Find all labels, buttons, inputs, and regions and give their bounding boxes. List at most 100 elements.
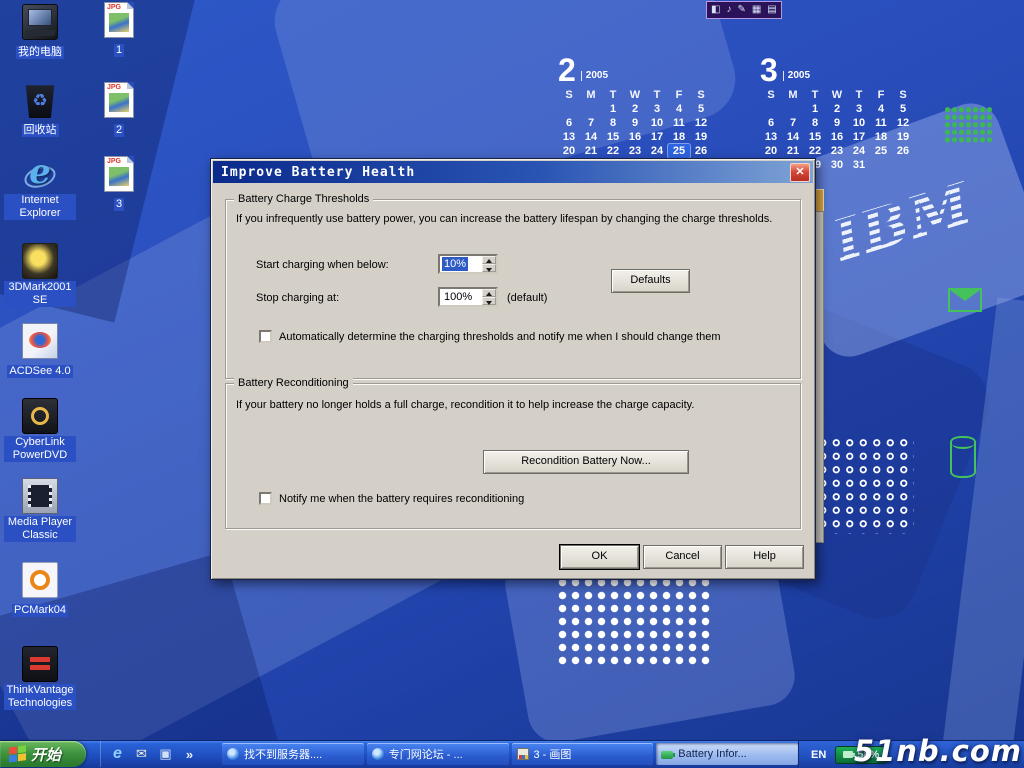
doc-icon[interactable]: ▤: [767, 3, 776, 17]
desktop-icon-label: 我的电脑: [16, 46, 64, 59]
ok-button[interactable]: OK: [560, 545, 639, 569]
desktop-file-label: 1: [114, 44, 124, 57]
desktop-file-label: 3: [114, 198, 124, 211]
up-arrow-icon: [486, 292, 492, 296]
reconditioning-description: If your battery no longer holds a full c…: [236, 399, 788, 411]
quick-launch: e ✉ ▣ »: [100, 741, 198, 767]
jpg-badge: JPG: [107, 158, 121, 165]
desktop-file-label: 2: [114, 124, 124, 137]
start-charging-value[interactable]: 10%: [442, 257, 468, 271]
ie-icon[interactable]: e: [109, 745, 126, 763]
taskbar-task-forum[interactable]: 专门网论坛 - ...: [367, 743, 509, 765]
stop-charging-label: Stop charging at:: [256, 292, 339, 304]
desktop-icon-label: 3DMark2001 SE: [4, 281, 76, 307]
start-charging-spinner[interactable]: 10%: [438, 254, 498, 274]
jpg-file-icon: JPG: [104, 2, 134, 38]
desktop-icon-label: PCMark04: [12, 604, 68, 617]
overflow-icon[interactable]: »: [181, 747, 198, 762]
desktop-file-2[interactable]: JPG 2: [96, 82, 142, 138]
desktop-icon-acdsee[interactable]: ACDSee 4.0: [4, 323, 76, 379]
pen-icon[interactable]: ✎: [737, 3, 745, 17]
language-indicator[interactable]: EN: [811, 749, 826, 761]
group-title: Battery Charge Thresholds: [234, 193, 373, 206]
desktop-icon-label: CyberLink PowerDVD: [4, 436, 76, 462]
spin-up-button[interactable]: [482, 256, 496, 264]
group-title: Battery Reconditioning: [234, 377, 353, 390]
acdsee-icon: [22, 323, 58, 359]
thinkvantage-icon: [22, 646, 58, 682]
start-button[interactable]: 开始: [0, 741, 86, 767]
my-computer-icon: [22, 4, 58, 40]
desktop-icon-pcmark[interactable]: PCMark04: [4, 562, 76, 618]
stop-charging-spinner[interactable]: 100%: [438, 287, 498, 307]
task-button-label: 3 - 画图: [534, 746, 572, 762]
default-note: (default): [507, 292, 547, 304]
battery-icon: [661, 751, 673, 759]
window-icon[interactable]: ◧: [711, 3, 720, 17]
windows-flag-icon: [9, 746, 17, 754]
spin-down-button[interactable]: [482, 264, 496, 272]
cancel-button[interactable]: Cancel: [643, 545, 722, 569]
notify-reconditioning-checkbox[interactable]: [259, 492, 272, 505]
battery-charge-thresholds-group: Battery Charge Thresholds If you infrequ…: [225, 199, 801, 379]
spinner-buttons: [482, 256, 496, 272]
spin-down-button[interactable]: [482, 297, 496, 305]
taskbar-task-battery[interactable]: Battery Infor...: [656, 743, 798, 765]
mail-icon[interactable]: ✉: [133, 746, 150, 762]
desktop-icon-powerdvd[interactable]: CyberLink PowerDVD: [4, 398, 76, 463]
notify-reconditioning-label: Notify me when the battery requires reco…: [279, 493, 784, 505]
spin-up-button[interactable]: [482, 289, 496, 297]
top-toolbar[interactable]: ◧ ♪ ✎ ▦ ▤: [706, 1, 782, 19]
dialog-title: Improve Battery Health: [213, 165, 790, 180]
desktop-icon-3dmark[interactable]: 3DMark2001 SE: [4, 243, 76, 308]
ie-icon: [227, 748, 239, 760]
battery-icon: [843, 751, 853, 758]
task-button-label: 专门网论坛 - ...: [389, 746, 463, 762]
jpg-file-icon: JPG: [104, 156, 134, 192]
dialog-titlebar[interactable]: Improve Battery Health ✕: [213, 161, 813, 183]
desktop-file-1[interactable]: JPG 1: [96, 2, 142, 58]
jpg-badge: JPG: [107, 84, 121, 91]
thresholds-description: If you infrequently use battery power, y…: [236, 213, 788, 225]
down-arrow-icon: [486, 268, 492, 272]
grid-icon[interactable]: ▦: [752, 3, 761, 17]
watermark: 51nb.com: [854, 734, 1022, 768]
desktop-icon-internet-explorer[interactable]: Internet Explorer: [4, 158, 76, 221]
desktop-icon-thinkvantage[interactable]: ThinkVantage Technologies: [4, 646, 76, 711]
taskbar-task-server[interactable]: 找不到服务器....: [222, 743, 364, 765]
auto-determine-label: Automatically determine the charging thr…: [279, 331, 784, 343]
desktop-icon-label: ThinkVantage Technologies: [4, 684, 76, 710]
taskbar-task-paint[interactable]: 3 - 画图: [512, 743, 654, 765]
down-arrow-icon: [486, 301, 492, 305]
battery-reconditioning-group: Battery Reconditioning If your battery n…: [225, 383, 801, 529]
sound-icon[interactable]: ♪: [726, 3, 731, 17]
task-button-label: 找不到服务器....: [244, 746, 322, 762]
powerdvd-icon: [22, 398, 58, 434]
desktop-icon-label: Internet Explorer: [4, 194, 76, 220]
stop-charging-value[interactable]: 100%: [442, 290, 474, 304]
spinner-buttons: [482, 289, 496, 305]
desktop-icon-label: 回收站: [22, 124, 59, 137]
task-button-label: Battery Infor...: [678, 748, 746, 760]
defaults-button[interactable]: Defaults: [611, 269, 690, 293]
recondition-battery-button[interactable]: Recondition Battery Now...: [483, 450, 689, 474]
start-charging-label: Start charging when below:: [256, 259, 389, 271]
up-arrow-icon: [486, 259, 492, 263]
paint-icon: [517, 748, 529, 760]
ie-icon: [372, 748, 384, 760]
start-label: 开始: [31, 744, 61, 765]
pcmark-icon: [22, 562, 58, 598]
desktop-icon-label: ACDSee 4.0: [7, 365, 72, 378]
auto-determine-checkbox[interactable]: [259, 330, 272, 343]
desktop-file-3[interactable]: JPG 3: [96, 156, 142, 212]
close-icon[interactable]: ✕: [790, 163, 810, 182]
show-desktop-icon[interactable]: ▣: [157, 746, 174, 762]
3dmark-icon: [22, 243, 58, 279]
help-button[interactable]: Help: [725, 545, 804, 569]
desktop-icon-my-computer[interactable]: 我的电脑: [4, 4, 76, 60]
desktop-icon-label: Media Player Classic: [4, 516, 76, 542]
desktop: IBM ◧♪✎▦▤ 22005SMTWTFS123456789101112131…: [0, 0, 1024, 768]
desktop-icon-mpc[interactable]: Media Player Classic: [4, 478, 76, 543]
desktop-icon-recycle-bin[interactable]: 回收站: [4, 84, 76, 138]
jpg-file-icon: JPG: [104, 82, 134, 118]
